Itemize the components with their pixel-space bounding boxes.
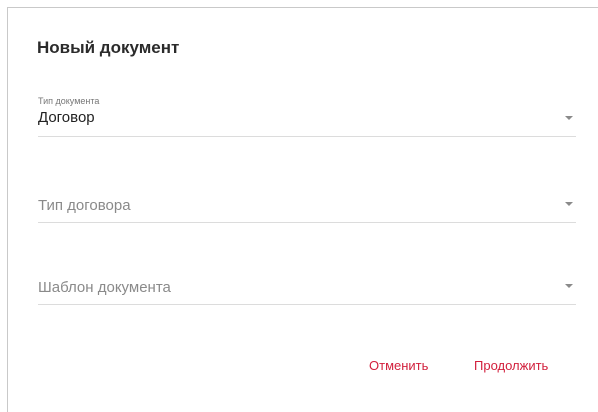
dropdown-arrow-icon	[565, 284, 573, 288]
dialog-title: Новый документ	[37, 38, 180, 57]
cancel-button[interactable]: Отменить	[369, 358, 428, 373]
continue-button[interactable]: Продолжить	[474, 358, 548, 373]
document-type-label: Тип документа	[38, 96, 100, 106]
document-type-value: Договор	[38, 109, 95, 126]
document-type-select[interactable]: Тип документа Договор	[38, 96, 576, 137]
new-document-dialog: Новый документ Тип документа Договор Тип…	[7, 7, 598, 412]
contract-type-placeholder: Тип договора	[38, 197, 131, 214]
dropdown-arrow-icon	[565, 116, 573, 120]
document-template-select[interactable]: Шаблон документа	[38, 264, 576, 305]
contract-type-select[interactable]: Тип договора	[38, 182, 576, 223]
dropdown-arrow-icon	[565, 202, 573, 206]
document-template-placeholder: Шаблон документа	[38, 279, 171, 296]
